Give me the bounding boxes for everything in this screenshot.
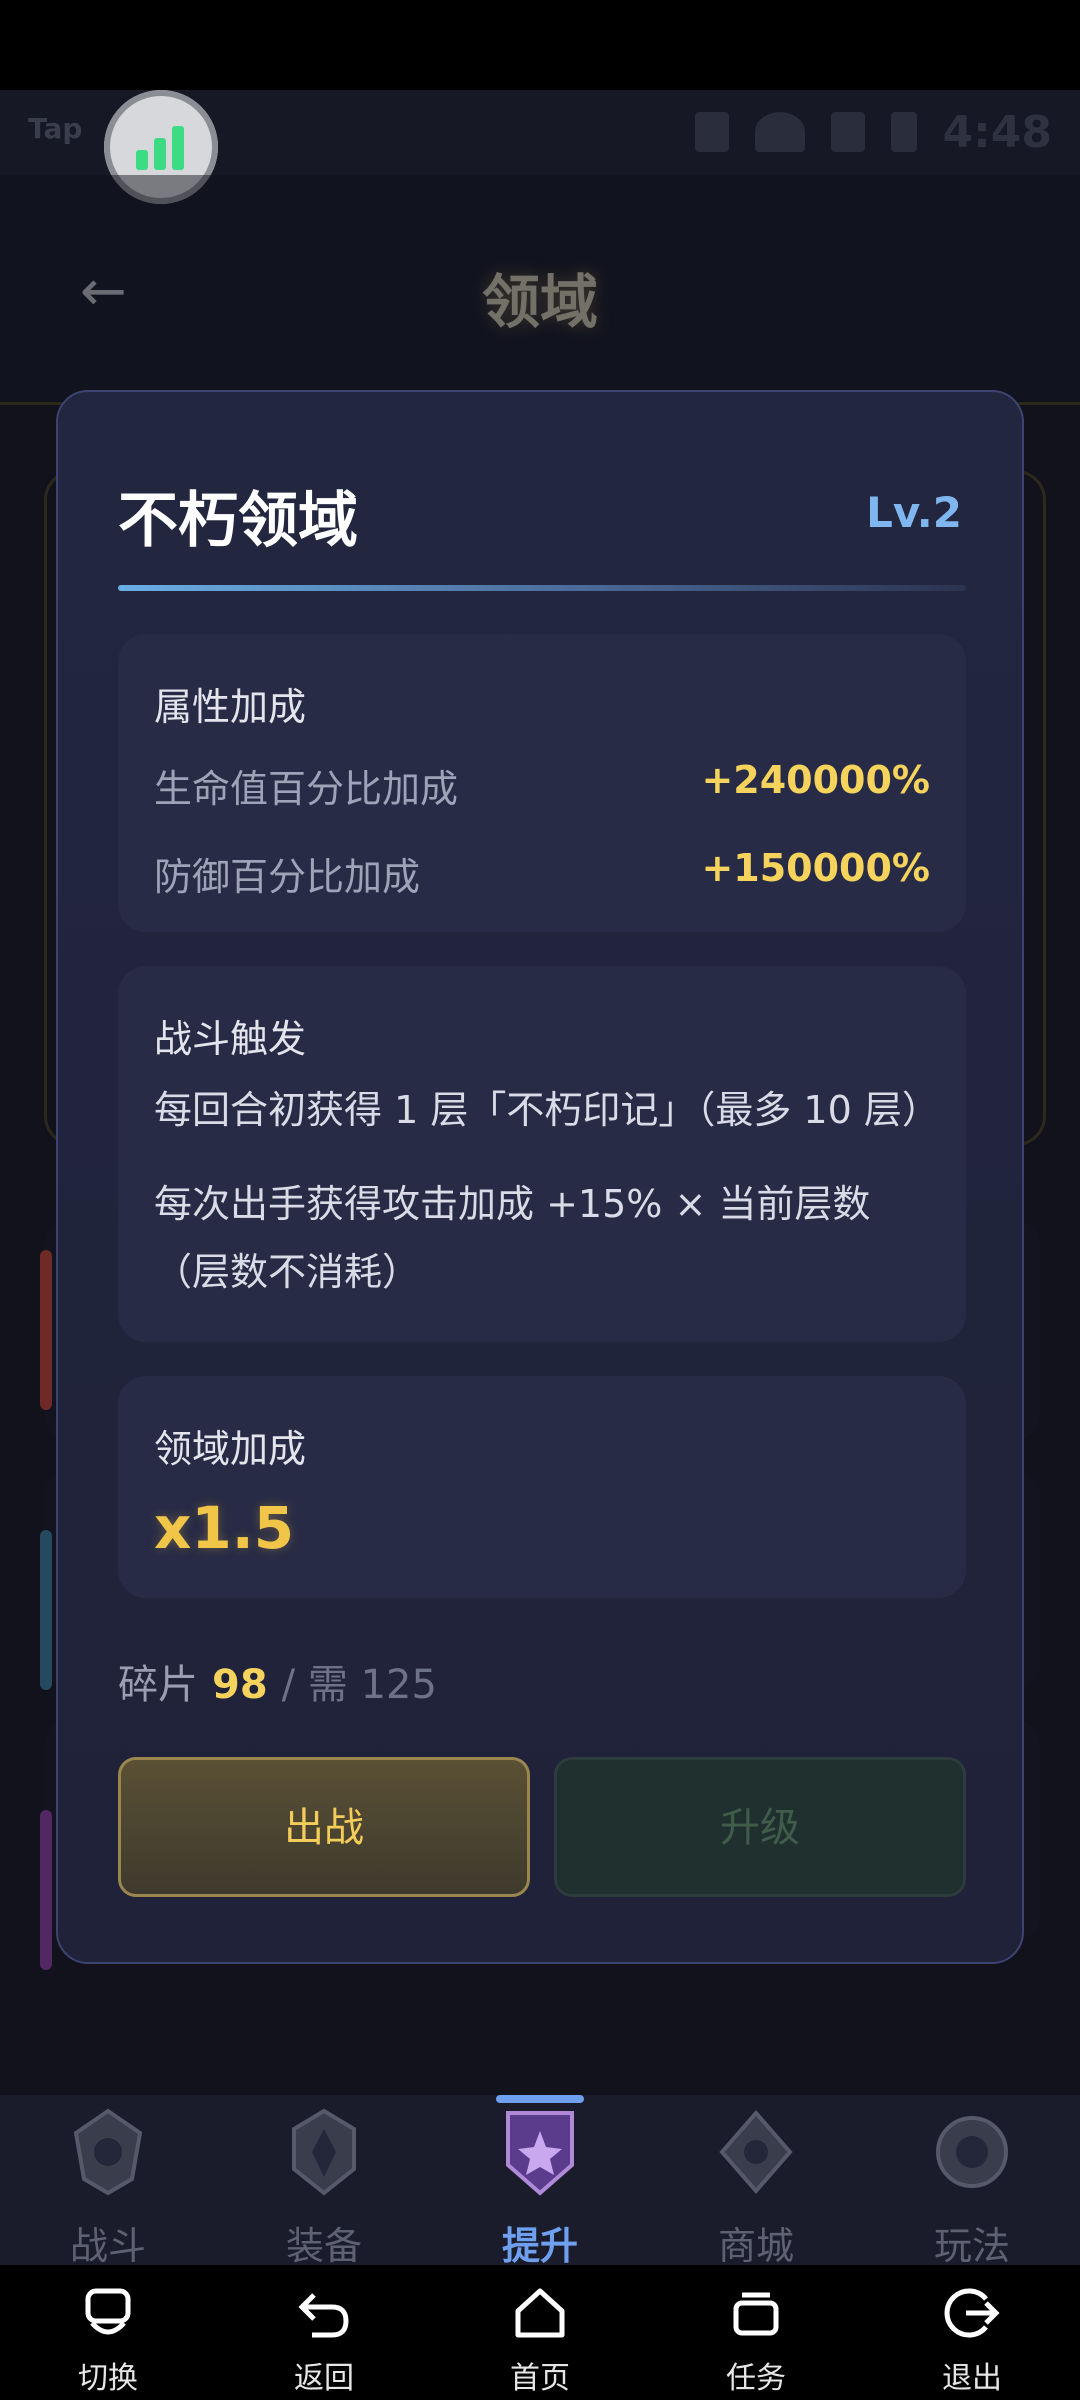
tab-equipment[interactable]: 装备: [216, 2095, 432, 2268]
tab-label: 战斗: [69, 2224, 146, 2268]
title-divider: [118, 585, 966, 591]
tab-label: 玩法: [933, 2224, 1010, 2268]
trigger-line: 每回合初获得 1 层「不朽印记」（最多 10 层）: [154, 1088, 940, 1132]
tap-label: Tap: [28, 112, 83, 145]
nav-tasks[interactable]: 任务: [648, 2265, 864, 2400]
system-nav-bar: 切换 返回 首页 任务 退出: [0, 2265, 1080, 2400]
shard-count: 98: [212, 1662, 268, 1708]
shop-emblem-icon: [719, 2109, 793, 2195]
tab-gameplay[interactable]: 玩法: [864, 2095, 1080, 2268]
nav-label: 任务: [726, 2361, 786, 2396]
battery-icon: [890, 112, 917, 152]
top-black-bar: [0, 0, 1080, 90]
deploy-button[interactable]: 出战: [118, 1757, 530, 1897]
attributes-panel: 属性加成 生命值百分比加成 +240000% 防御百分比加成 +150000%: [118, 634, 966, 932]
trigger-panel: 战斗触发 每回合初获得 1 层「不朽印记」（最多 10 层） 每次出手获得攻击加…: [118, 966, 966, 1342]
tab-label: 提升: [501, 2224, 578, 2268]
bonus-multiplier: x1.5: [154, 1494, 295, 1562]
clock: 4:48: [942, 106, 1052, 158]
status-icons: 4:48: [694, 107, 1052, 158]
tab-label: 商城: [717, 2224, 794, 2268]
trigger-heading: 战斗触发: [154, 1017, 307, 1061]
upgrade-button[interactable]: 升级: [554, 1757, 966, 1897]
gameplay-emblem-icon: [936, 2116, 1008, 2188]
stat-label: 生命值百分比加成: [154, 767, 459, 811]
battle-emblem-icon: [73, 2108, 143, 2196]
nav-label: 返回: [294, 2361, 354, 2396]
stat-label: 防御百分比加成: [154, 855, 421, 899]
tab-label: 装备: [285, 2224, 362, 2268]
home-icon: [515, 2288, 565, 2338]
active-tab-indicator: [496, 2095, 584, 2103]
stat-value: +240000%: [701, 758, 930, 802]
stat-value: +150000%: [701, 846, 930, 890]
tab-battle[interactable]: 战斗: [0, 2095, 216, 2268]
nav-exit[interactable]: 退出: [864, 2265, 1080, 2400]
nav-label: 切换: [78, 2361, 138, 2396]
wifi-icon: [754, 112, 805, 152]
nav-switch[interactable]: 切换: [0, 2265, 216, 2400]
tab-upgrade[interactable]: 提升: [432, 2095, 648, 2268]
domain-level: Lv.2: [866, 488, 962, 537]
signal-icon: [830, 112, 865, 152]
game-tab-bar: 战斗 装备 提升 商城 玩法: [0, 2095, 1080, 2268]
nav-label: 退出: [942, 2361, 1002, 2396]
bluetooth-icon: [694, 112, 729, 152]
nav-label: 首页: [510, 2361, 570, 2396]
attributes-heading: 属性加成: [154, 685, 307, 729]
nav-home[interactable]: 首页: [432, 2265, 648, 2400]
exit-icon: [944, 2288, 1000, 2338]
domain-detail-modal: 不朽领域 Lv.2 属性加成 生命值百分比加成 +240000% 防御百分比加成…: [56, 390, 1024, 1964]
domain-name: 不朽领域: [118, 486, 358, 556]
nav-back[interactable]: 返回: [216, 2265, 432, 2400]
tasks-icon: [733, 2292, 779, 2336]
shard-required: / 需 125: [281, 1662, 437, 1708]
bonus-panel: 领域加成 x1.5: [118, 1376, 966, 1598]
trigger-line: 每次出手获得攻击加成 +15% × 当前层数（层数不消耗）: [154, 1182, 871, 1294]
equipment-emblem-icon: [292, 2108, 356, 2196]
shard-label: 碎片: [118, 1662, 198, 1708]
switch-icon: [85, 2288, 131, 2335]
upgrade-emblem-icon: [506, 2111, 574, 2196]
shard-progress: 碎片 98 / 需 125: [118, 1652, 437, 1710]
back-icon: [298, 2293, 349, 2338]
tab-shop[interactable]: 商城: [648, 2095, 864, 2268]
bonus-heading: 领域加成: [154, 1427, 307, 1471]
bar-chart-icon: [136, 126, 188, 170]
